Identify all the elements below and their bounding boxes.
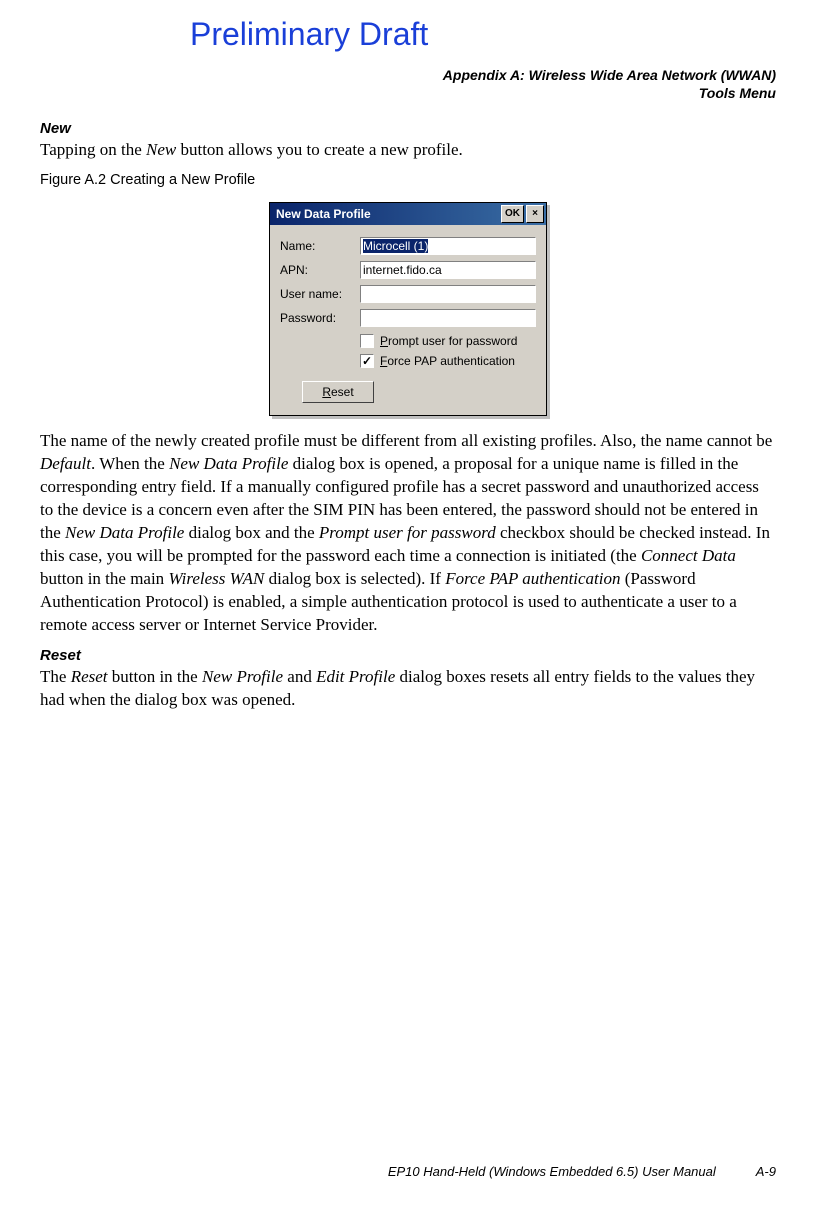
force-pap-label: Force PAP authentication (380, 354, 515, 368)
apn-field[interactable] (360, 261, 536, 279)
dialog-titlebar: New Data Profile OK × (270, 203, 546, 225)
paragraph-new-intro: Tapping on the New button allows you to … (40, 139, 776, 162)
watermark-text: Preliminary Draft (190, 16, 428, 53)
section-title-new: New (40, 120, 776, 137)
username-label: User name: (280, 287, 360, 301)
name-field[interactable]: Microcell (1) (360, 237, 536, 255)
ok-button[interactable]: OK (501, 205, 524, 223)
figure-wrap: New Data Profile OK × Name: Microcell (1… (40, 202, 776, 416)
dialog-body: Name: Microcell (1) APN: User name: Pass… (270, 225, 546, 415)
password-label: Password: (280, 311, 360, 325)
force-pap-checkbox[interactable]: ✓ (360, 354, 374, 368)
header-line-2: Tools Menu (40, 84, 776, 102)
page-header: Appendix A: Wireless Wide Area Network (… (40, 66, 776, 102)
footer-page-number: A-9 (756, 1164, 776, 1179)
paragraph-new-details: The name of the newly created profile mu… (40, 430, 776, 636)
apn-label: APN: (280, 263, 360, 277)
header-line-1: Appendix A: Wireless Wide Area Network (… (40, 66, 776, 84)
paragraph-reset: The Reset button in the New Profile and … (40, 666, 776, 712)
footer-manual-title: EP10 Hand-Held (Windows Embedded 6.5) Us… (388, 1164, 716, 1179)
section-title-reset: Reset (40, 647, 776, 664)
page-footer: EP10 Hand-Held (Windows Embedded 6.5) Us… (40, 1164, 776, 1179)
close-button[interactable]: × (526, 205, 544, 223)
prompt-password-label: Prompt user for password (380, 334, 517, 348)
name-label: Name: (280, 239, 360, 253)
text-italic: New (146, 140, 176, 159)
force-pap-row[interactable]: ✓ Force PAP authentication (360, 351, 536, 371)
text: button allows you to create a new profil… (176, 140, 463, 159)
figure-caption: Figure A.2 Creating a New Profile (40, 172, 776, 188)
name-field-value: Microcell (1) (363, 239, 428, 253)
dialog-title: New Data Profile (276, 207, 371, 221)
prompt-password-checkbox[interactable] (360, 334, 374, 348)
text: Tapping on the (40, 140, 146, 159)
prompt-password-row[interactable]: Prompt user for password (360, 331, 536, 351)
new-data-profile-dialog: New Data Profile OK × Name: Microcell (1… (269, 202, 547, 416)
reset-button[interactable]: Reset (302, 381, 374, 403)
username-field[interactable] (360, 285, 536, 303)
password-field[interactable] (360, 309, 536, 327)
